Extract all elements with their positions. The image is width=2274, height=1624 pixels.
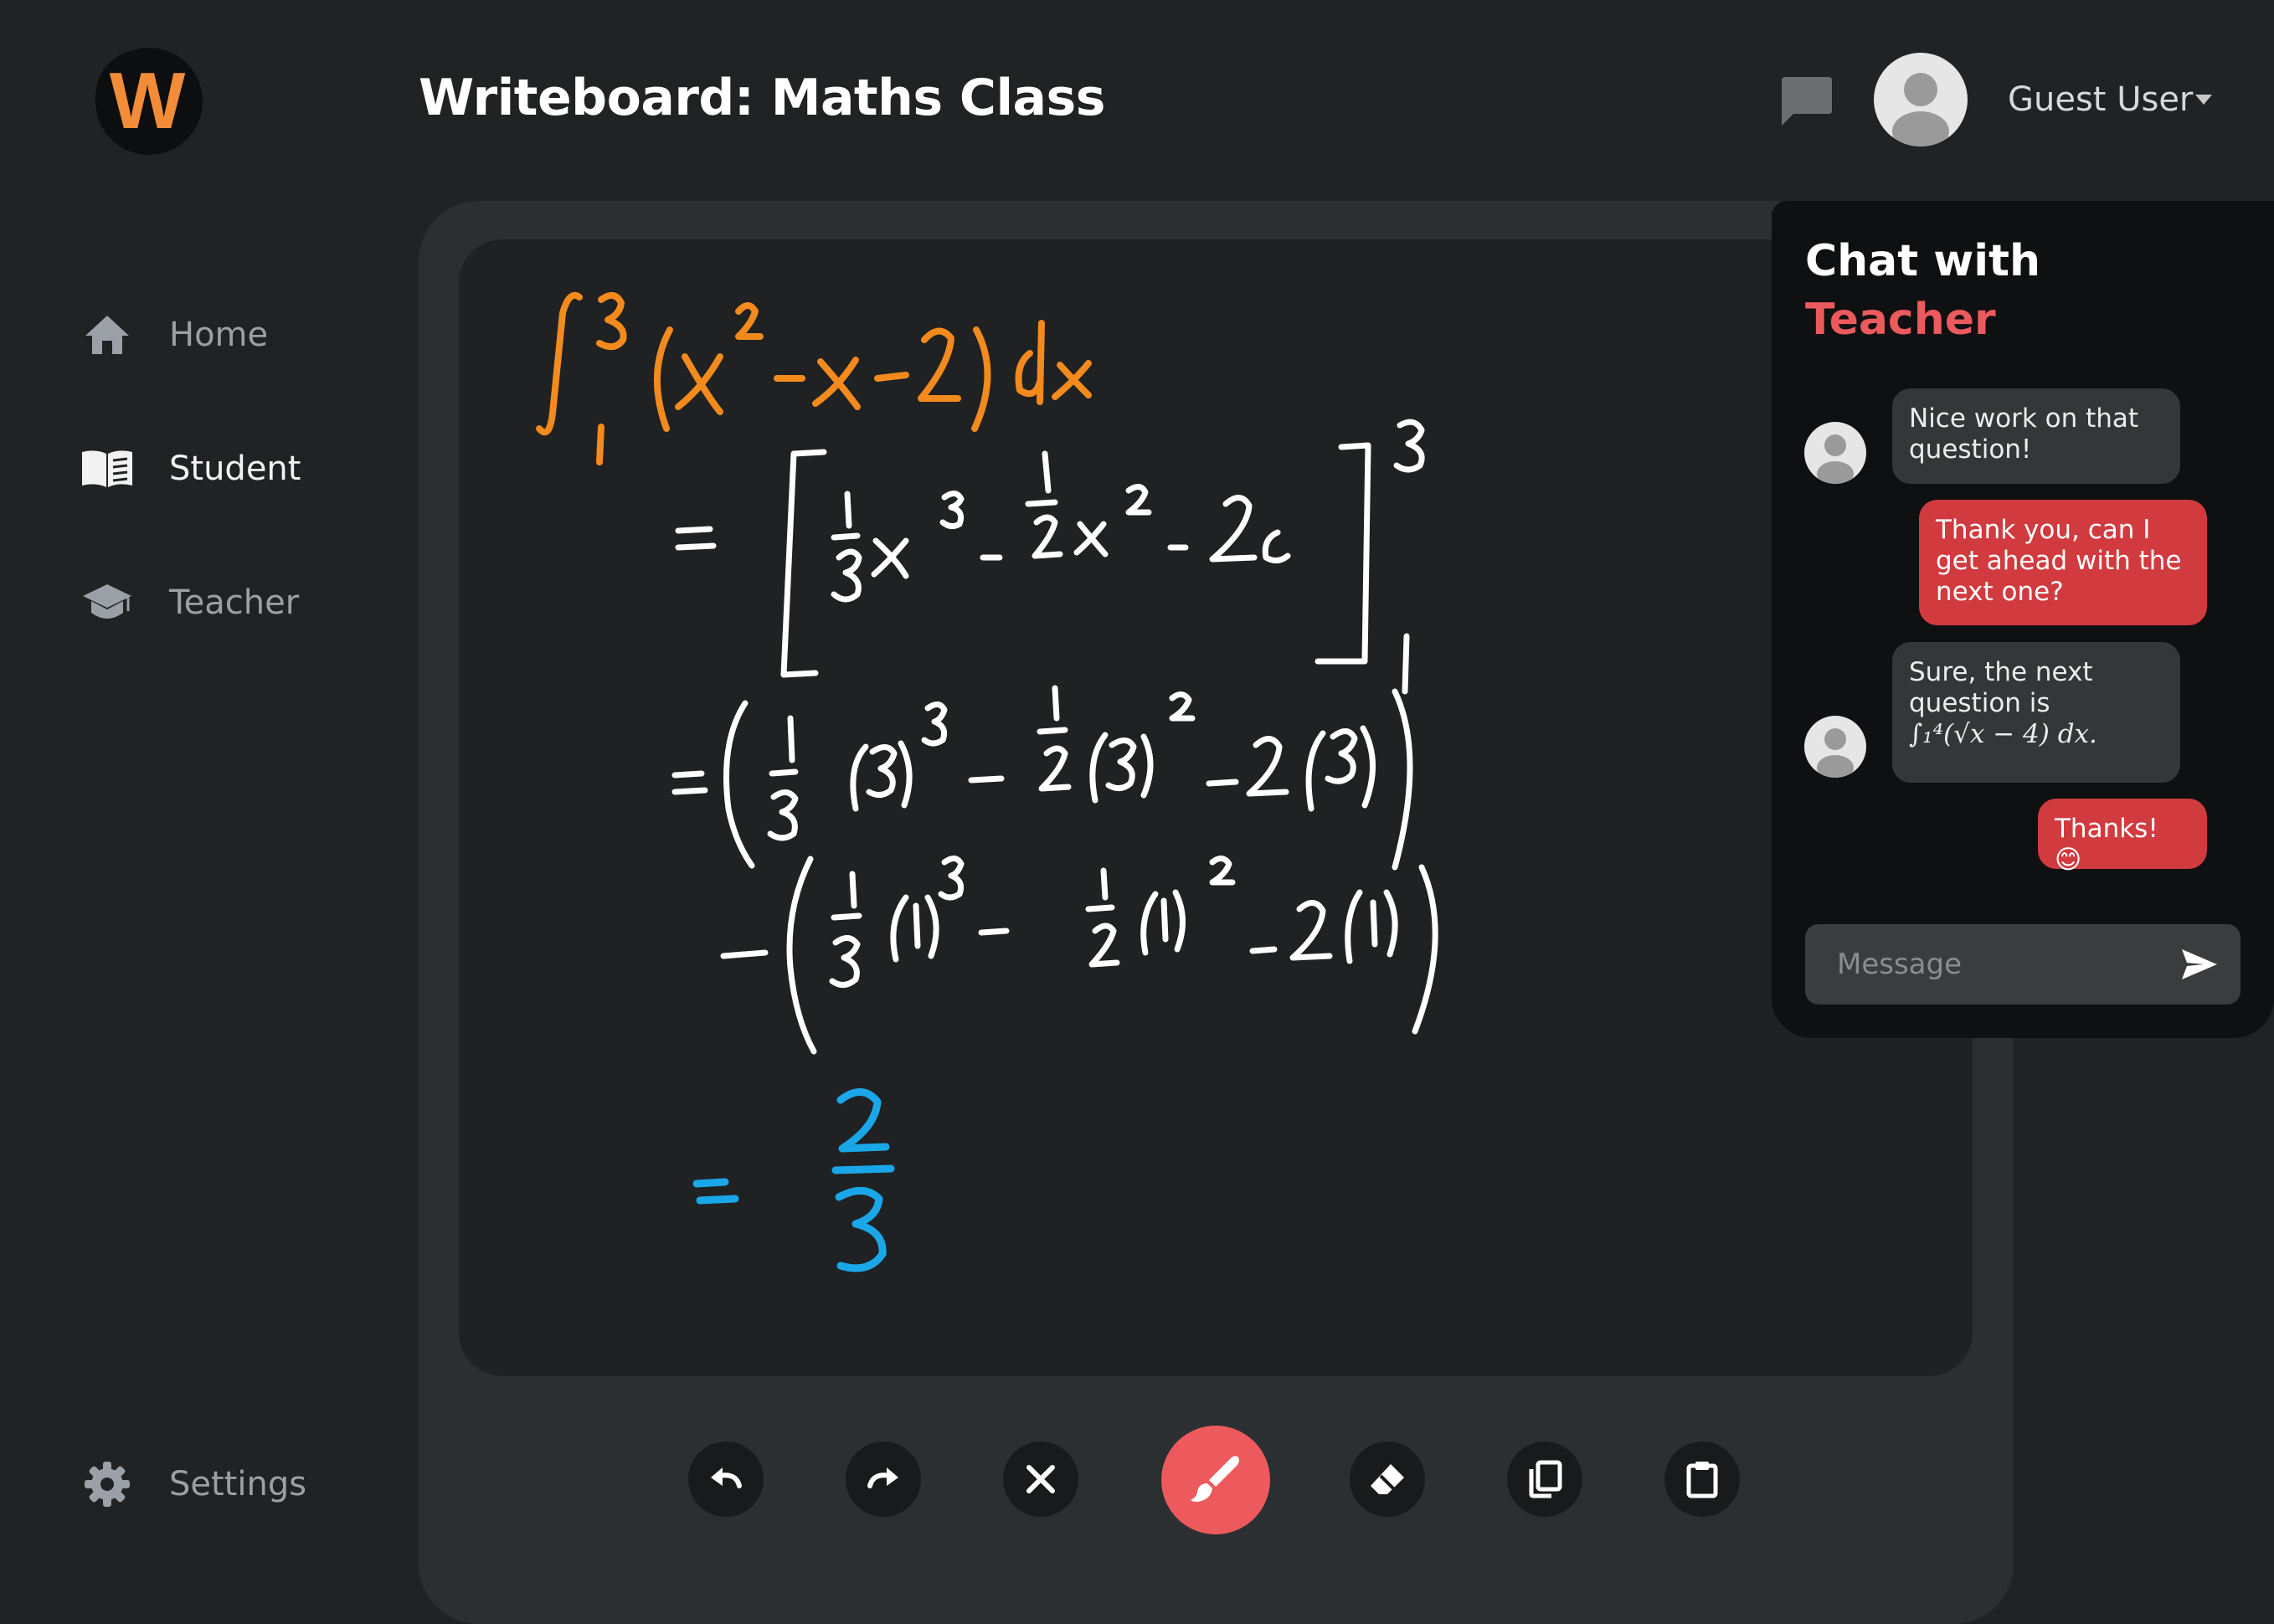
home-icon — [80, 311, 134, 359]
chat-bubble-icon — [1782, 77, 1832, 126]
send-icon — [2182, 949, 2217, 979]
user-avatar[interactable] — [1874, 53, 1968, 146]
chat-message-student: Thanks! 😊 — [2038, 799, 2207, 875]
message-input[interactable] — [1805, 924, 2241, 1005]
logo-letter: W — [110, 56, 186, 146]
chat-message-student: Thank you, can I get ahead with the next… — [1919, 500, 2207, 625]
user-avatar-icon — [1817, 728, 1854, 778]
close-icon — [1026, 1465, 1055, 1493]
user-menu-caret[interactable] — [2194, 92, 2214, 107]
whiteboard-canvas[interactable] — [459, 239, 1973, 1376]
chat-message-teacher: Sure, the next question is ∫₁⁴(√x − 4) d… — [1892, 642, 2180, 783]
handwriting-answer — [692, 1088, 895, 1272]
sidebar-item-teacher[interactable]: Teacher — [80, 573, 299, 632]
gear-icon — [80, 1460, 134, 1508]
brush-icon — [1191, 1456, 1239, 1502]
sidebar-item-student[interactable]: Student — [80, 439, 301, 498]
chat-toggle-button[interactable] — [1775, 74, 1835, 129]
app-logo[interactable]: W — [82, 46, 213, 157]
user-name[interactable]: Guest User — [2008, 80, 2193, 119]
graduation-cap-icon — [80, 578, 134, 627]
redo-icon — [867, 1467, 898, 1488]
chat-title: Chat with — [1805, 236, 2040, 286]
clipboard-icon — [1686, 1462, 1718, 1498]
user-avatar-icon — [1892, 73, 1949, 146]
redo-button[interactable] — [846, 1442, 921, 1517]
page-title: Writeboard: Maths Class — [419, 69, 1105, 127]
sidebar-item-settings[interactable]: Settings — [80, 1455, 306, 1514]
undo-button[interactable] — [688, 1442, 764, 1517]
copy-button[interactable] — [1507, 1442, 1582, 1517]
sidebar-item-label: Settings — [169, 1465, 307, 1503]
sidebar-item-home[interactable]: Home — [80, 306, 268, 364]
send-button[interactable] — [2179, 944, 2219, 984]
eraser-icon — [1371, 1464, 1404, 1494]
book-icon — [80, 445, 134, 493]
undo-icon — [711, 1467, 742, 1488]
caret-down-icon — [2195, 95, 2212, 105]
sidebar-item-label: Student — [169, 450, 301, 488]
message-text: Sure, the next question is — [1909, 657, 2093, 718]
chat-title-recipient: Teacher — [1805, 295, 1996, 345]
copy-icon — [1529, 1460, 1562, 1498]
message-math: ∫₁⁴(√x − 4) dx. — [1909, 719, 2097, 749]
handwriting-problem — [536, 291, 1092, 465]
sidebar-item-label: Teacher — [169, 583, 300, 622]
clear-button[interactable] — [1003, 1442, 1078, 1517]
paste-button[interactable] — [1664, 1442, 1740, 1517]
chat-panel: Chat with Teacher Nice work on that ques… — [1772, 201, 2274, 1038]
eraser-button[interactable] — [1350, 1442, 1425, 1517]
teacher-avatar — [1804, 716, 1866, 778]
teacher-avatar — [1804, 422, 1866, 484]
brush-button[interactable] — [1161, 1426, 1270, 1534]
handwriting-working — [671, 419, 1438, 1055]
user-avatar-icon — [1817, 434, 1854, 484]
chat-message-teacher: Nice work on that question! — [1892, 388, 2180, 484]
sidebar-item-label: Home — [169, 316, 269, 354]
